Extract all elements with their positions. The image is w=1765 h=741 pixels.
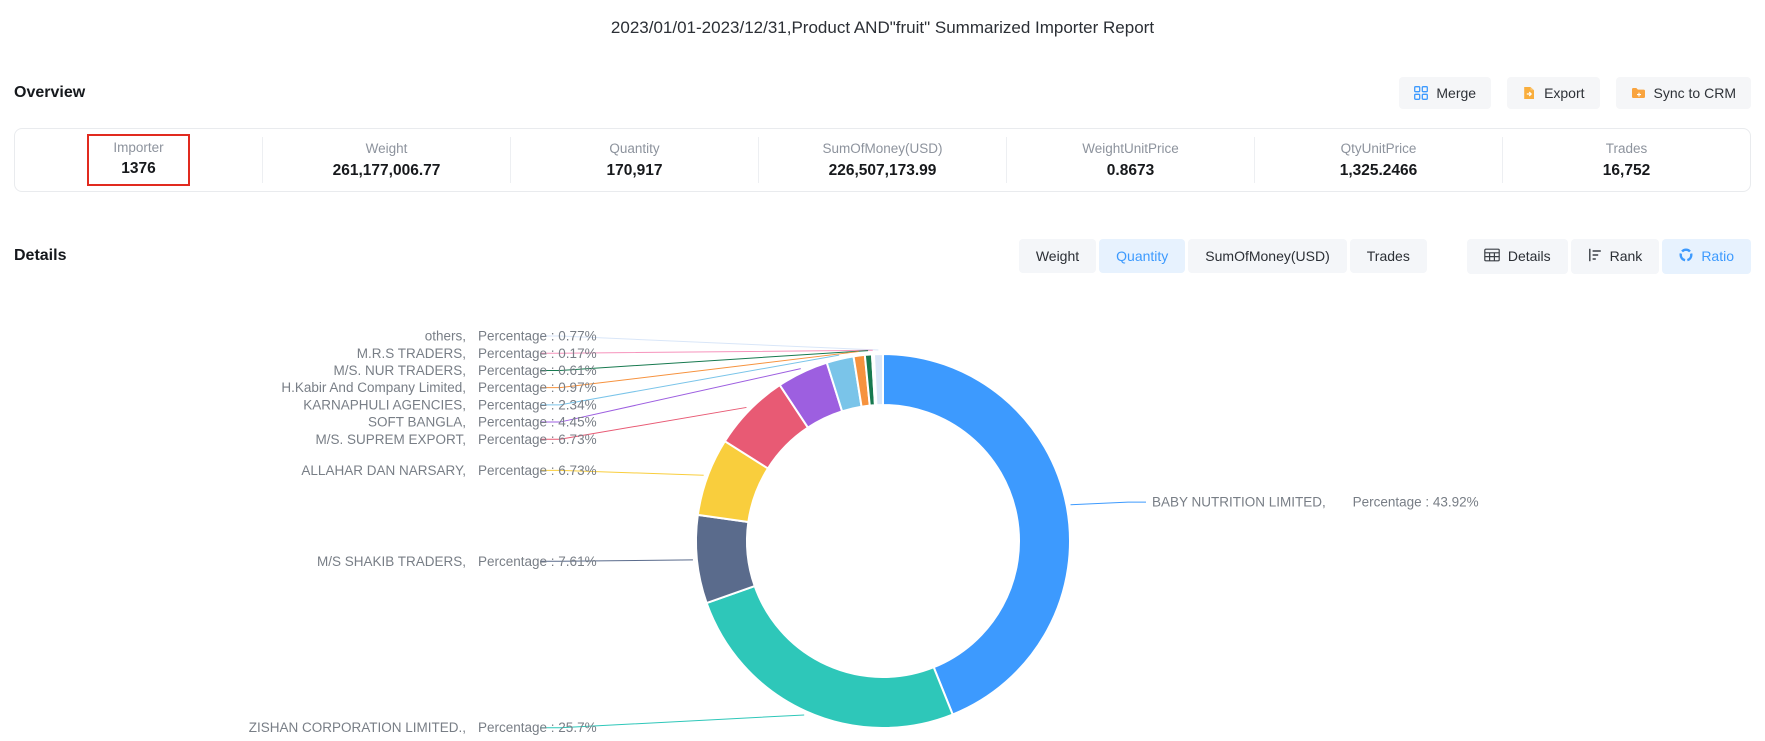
stat-importer: Importer 1376 — [15, 137, 263, 183]
ratio-icon — [1679, 248, 1693, 265]
details-heading: Details — [14, 247, 66, 265]
stat-label: Weight — [366, 140, 408, 158]
stat-value: 16,752 — [1603, 162, 1650, 180]
pie-label: Percentage : 43.92% — [1353, 495, 1479, 510]
metric-tab-group: WeightQuantitySumOfMoney(USD)Trades — [1019, 239, 1427, 273]
importer-ratio-donut-chart: others, Percentage : 0.77% M.R.S TRADERS, P… — [0, 281, 1765, 741]
ratio-view-button[interactable]: Ratio — [1662, 239, 1751, 274]
stat-label: Trades — [1606, 140, 1648, 158]
sync-to-crm-button[interactable]: Sync to CRM — [1616, 77, 1751, 109]
merge-button[interactable]: Merge — [1399, 77, 1491, 109]
pie-label: Percentage : 0.77% — [478, 329, 597, 344]
stat-sumofmoney-usd: SumOfMoney(USD) 226,507,173.99 — [759, 137, 1007, 183]
stat-stack: Quantity 170,917 — [606, 140, 662, 179]
export-icon — [1522, 86, 1536, 100]
pie-segment-zishan-corporation-limited[interactable] — [707, 586, 953, 728]
table-icon — [1484, 248, 1500, 265]
pie-label: M.R.S TRADERS, — [357, 346, 466, 361]
stat-value: 226,507,173.99 — [829, 162, 937, 180]
pie-label: KARNAPHULI AGENCIES, — [303, 397, 466, 412]
overview-stats-card: Importer 1376 Weight 261,177,006.77 Quantity… — [14, 128, 1751, 192]
button-label: Details — [1508, 248, 1551, 264]
pie-label: ZISHAN CORPORATION LIMITED., — [249, 720, 466, 735]
pie-label: M/S SHAKIB TRADERS, — [317, 554, 466, 569]
stat-trades: Trades 16,752 — [1503, 137, 1750, 183]
details-view-button[interactable]: Details — [1467, 239, 1568, 274]
stat-label: QtyUnitPrice — [1341, 140, 1417, 158]
sync-folder-icon — [1631, 86, 1646, 100]
pie-label: Percentage : 6.73% — [478, 432, 597, 447]
stat-label: Importer — [113, 139, 163, 157]
overview-header-row: Overview Merge Export Sync to CRM — [14, 74, 1751, 112]
button-label: Merge — [1436, 85, 1476, 101]
details-controls: WeightQuantitySumOfMoney(USD)Trades Deta… — [1019, 239, 1751, 274]
pie-label: BABY NUTRITION LIMITED, — [1152, 495, 1326, 510]
details-header-row: Details WeightQuantitySumOfMoney(USD)Tra… — [14, 236, 1751, 276]
stat-stack: SumOfMoney(USD) 226,507,173.99 — [822, 140, 942, 179]
stat-value: 1376 — [121, 160, 155, 178]
pie-label: Percentage : 0.61% — [478, 363, 597, 378]
tab-weight[interactable]: Weight — [1019, 239, 1096, 273]
pie-label: M/S. NUR TRADERS, — [333, 363, 466, 378]
stat-value: 261,177,006.77 — [333, 162, 441, 180]
pie-label: others, — [425, 329, 466, 344]
stat-quantity: Quantity 170,917 — [511, 137, 759, 183]
stat-label: SumOfMoney(USD) — [822, 140, 942, 158]
export-button[interactable]: Export — [1507, 77, 1599, 109]
stat-value: 170,917 — [606, 162, 662, 180]
stat-weightunitprice: WeightUnitPrice 0.8673 — [1007, 137, 1255, 183]
tab-sumofmoney-usd[interactable]: SumOfMoney(USD) — [1188, 239, 1346, 273]
rank-view-button[interactable]: Rank — [1571, 239, 1660, 274]
pie-label: Percentage : 25.7% — [478, 720, 597, 735]
importer-report-page: 2023/01/01-2023/12/31,Product AND"fruit"… — [0, 0, 1765, 741]
pie-segment-m-s-shakib-traders[interactable] — [696, 515, 755, 603]
highlight-box: Importer 1376 — [87, 134, 189, 186]
pie-label: Percentage : 0.97% — [478, 380, 597, 395]
overview-actions: Merge Export Sync to CRM — [1399, 77, 1751, 109]
stat-label: Quantity — [609, 140, 659, 158]
pie-label: H.Kabir And Company Limited, — [281, 380, 466, 395]
pie-label: SOFT BANGLA, — [368, 415, 466, 430]
pie-label: Percentage : 6.73% — [478, 463, 597, 478]
pie-label: Percentage : 2.34% — [478, 397, 597, 412]
stat-label: WeightUnitPrice — [1082, 140, 1179, 158]
stat-stack: Trades 16,752 — [1603, 140, 1650, 179]
stat-value: 0.8673 — [1107, 162, 1154, 180]
view-mode-group: Details Rank Ratio — [1467, 239, 1751, 274]
tab-trades[interactable]: Trades — [1350, 239, 1427, 273]
overview-heading: Overview — [14, 84, 85, 102]
pie-label: Percentage : 7.61% — [478, 554, 597, 569]
pie-label: Percentage : 0.17% — [478, 346, 597, 361]
stat-value: 1,325.2466 — [1340, 162, 1418, 180]
button-label: Rank — [1610, 248, 1643, 264]
tab-quantity[interactable]: Quantity — [1099, 239, 1185, 273]
pie-label: Percentage : 4.45% — [478, 415, 597, 430]
stat-stack: WeightUnitPrice 0.8673 — [1082, 140, 1179, 179]
button-label: Ratio — [1701, 248, 1734, 264]
page-title: 2023/01/01-2023/12/31,Product AND"fruit"… — [0, 18, 1765, 38]
merge-icon — [1414, 86, 1428, 100]
button-label: Export — [1544, 85, 1584, 101]
pie-segment-others[interactable] — [874, 354, 883, 405]
stat-weight: Weight 261,177,006.77 — [263, 137, 511, 183]
stat-stack: QtyUnitPrice 1,325.2466 — [1340, 140, 1418, 179]
stat-qtyunitprice: QtyUnitPrice 1,325.2466 — [1255, 137, 1503, 183]
stat-stack: Weight 261,177,006.77 — [333, 140, 441, 179]
pie-label: M/S. SUPREM EXPORT, — [315, 432, 466, 447]
pie-label-line — [1071, 502, 1146, 505]
rank-icon — [1588, 248, 1602, 265]
pie-label: ALLAHAR DAN NARSARY, — [301, 463, 466, 478]
importer-ratio-chart-area: others, Percentage : 0.77% M.R.S TRADERS, P… — [0, 281, 1765, 741]
button-label: Sync to CRM — [1654, 85, 1736, 101]
pie-segment-baby-nutrition-limited[interactable] — [883, 354, 1070, 715]
